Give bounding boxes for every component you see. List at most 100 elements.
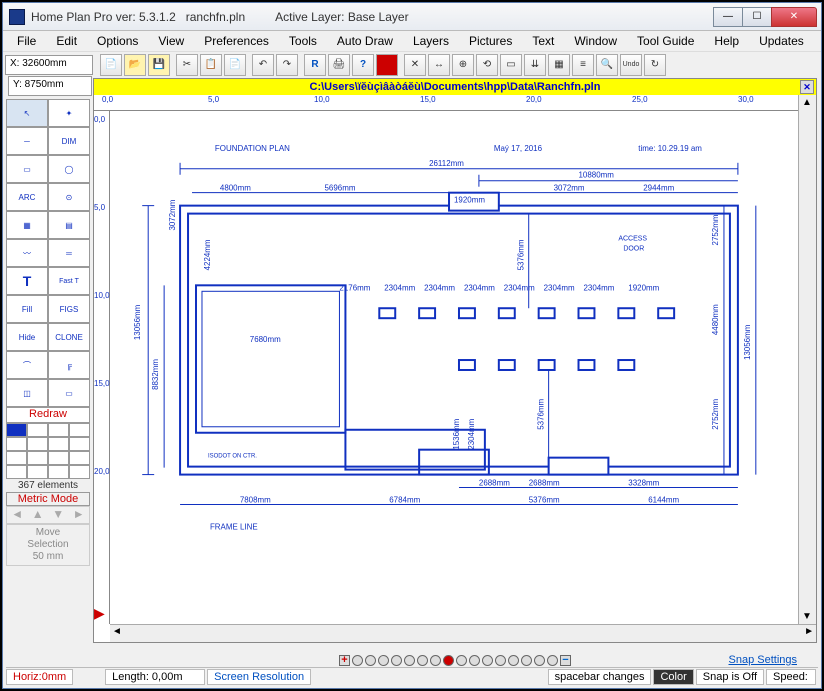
svg-text:6784mm: 6784mm — [389, 495, 420, 504]
undo-icon[interactable]: ↶ — [252, 54, 274, 76]
curve-tool[interactable]: 〰 — [6, 239, 48, 267]
move-h-icon[interactable]: ↔ — [428, 54, 450, 76]
color-palette[interactable] — [6, 423, 90, 479]
undo2-icon[interactable]: Undo — [620, 54, 642, 76]
figs-tool[interactable]: FIGS — [48, 295, 90, 323]
menu-text[interactable]: Text — [524, 33, 562, 49]
fasttext-tool[interactable]: Fast T — [48, 267, 90, 295]
help-icon[interactable]: ? — [352, 54, 374, 76]
delete-icon[interactable]: ✕ — [404, 54, 426, 76]
menu-updates[interactable]: Updates — [751, 33, 812, 49]
fill-tool[interactable]: Fill — [6, 295, 48, 323]
svg-text:2304mm: 2304mm — [544, 283, 575, 292]
measure-icon[interactable]: ≡ — [572, 54, 594, 76]
menu-autodraw[interactable]: Auto Draw — [329, 33, 401, 49]
scrollbar-vertical[interactable]: ▲▼ — [798, 95, 816, 624]
paste-icon[interactable]: 📄 — [224, 54, 246, 76]
path-tool[interactable]: ╔ — [48, 351, 90, 379]
menu-edit[interactable]: Edit — [48, 33, 85, 49]
oval-tool[interactable]: ◯ — [48, 155, 90, 183]
zoom-dots[interactable]: + − — [339, 655, 571, 666]
wall-tool[interactable]: ═ — [48, 239, 90, 267]
canvas: C:\Users\ïĕùçìâàòáĕù\Documents\hpp\Data\… — [93, 78, 817, 643]
svg-text:4224mm: 4224mm — [203, 239, 212, 270]
new-icon[interactable]: 📄 — [100, 54, 122, 76]
menu-options[interactable]: Options — [89, 33, 146, 49]
drawing-surface[interactable]: FOUNDATION PLAN Maý 17, 2016 time: 10.29… — [110, 111, 798, 624]
cut-icon[interactable]: ✂ — [176, 54, 198, 76]
scrollbar-horizontal[interactable]: ◄► — [110, 624, 816, 642]
filepath-bar: C:\Users\ïĕùçìâàòáĕù\Documents\hpp\Data\… — [94, 79, 816, 95]
save-icon[interactable]: 💾 — [148, 54, 170, 76]
metric-mode[interactable]: Metric Mode — [6, 492, 90, 506]
svg-text:1920mm: 1920mm — [454, 196, 485, 205]
print-icon[interactable]: 🖨 — [328, 54, 350, 76]
svg-text:2304mm: 2304mm — [467, 418, 476, 449]
open-icon[interactable]: 📂 — [124, 54, 146, 76]
zoom-icon[interactable]: 🔍 — [596, 54, 618, 76]
menubar: File Edit Options View Preferences Tools… — [3, 31, 821, 51]
menu-help[interactable]: Help — [706, 33, 747, 49]
line-tool[interactable]: ─ — [6, 127, 48, 155]
grid-icon[interactable]: ▦ — [548, 54, 570, 76]
menu-preferences[interactable]: Preferences — [196, 33, 277, 49]
svg-text:6144mm: 6144mm — [648, 495, 679, 504]
menu-file[interactable]: File — [9, 33, 44, 49]
status-color[interactable]: Color — [653, 669, 693, 685]
dim-tool[interactable]: DIM — [48, 127, 90, 155]
align-icon[interactable]: ⇊ — [524, 54, 546, 76]
tool-panel: ↖✦ ─DIM ▭◯ ARC⊙ ▦▤ 〰═ TFast T FillFIGS H… — [6, 99, 90, 639]
move-arrows[interactable]: ◄▲▼► — [6, 506, 90, 524]
menu-view[interactable]: View — [150, 33, 192, 49]
menu-pictures[interactable]: Pictures — [461, 33, 520, 49]
svg-text:ACCESS: ACCESS — [618, 235, 647, 242]
svg-text:13056mm: 13056mm — [743, 324, 752, 360]
rect2-tool[interactable]: ◫ — [6, 379, 48, 407]
zoom-in-icon[interactable]: + — [339, 655, 350, 666]
app-window: Home Plan Pro ver: 5.3.1.2 ranchfn.pln A… — [2, 2, 822, 689]
group-icon[interactable]: ▭ — [500, 54, 522, 76]
arc2-tool[interactable]: ⌒ — [6, 351, 48, 379]
rotate-icon[interactable]: ⟲ — [476, 54, 498, 76]
text-tool[interactable]: T — [6, 267, 48, 295]
svg-text:1536mm: 1536mm — [452, 418, 461, 449]
stop-icon[interactable] — [376, 54, 398, 76]
status-screen-res[interactable]: Screen Resolution — [207, 669, 311, 685]
svg-text:3072mm: 3072mm — [168, 199, 177, 230]
zoom-out-icon[interactable]: − — [560, 655, 571, 666]
select-icon[interactable]: R — [304, 54, 326, 76]
status-snap[interactable]: Snap is Off — [696, 669, 764, 685]
rect3-tool[interactable]: ▭ — [48, 379, 90, 407]
poly-tool[interactable]: ▦ — [6, 211, 48, 239]
clone-tool[interactable]: CLONE — [48, 323, 90, 351]
ruler-vertical: 0,0 5,0 10,0 15,0 20,0 — [94, 111, 110, 624]
svg-text:1920mm: 1920mm — [628, 283, 659, 292]
menu-toolguide[interactable]: Tool Guide — [629, 33, 702, 49]
svg-text:7680mm: 7680mm — [250, 335, 281, 344]
rect-tool[interactable]: ▭ — [6, 155, 48, 183]
titlebar-text: Home Plan Pro ver: 5.3.1.2 ranchfn.pln A… — [31, 10, 714, 24]
minimize-button[interactable]: — — [713, 7, 743, 27]
menu-layers[interactable]: Layers — [405, 33, 457, 49]
svg-text:2304mm: 2304mm — [464, 283, 495, 292]
move-v-icon[interactable]: ⊕ — [452, 54, 474, 76]
brick-tool[interactable]: ▤ — [48, 211, 90, 239]
copy-icon[interactable]: 📋 — [200, 54, 222, 76]
hide-tool[interactable]: Hide — [6, 323, 48, 351]
window-buttons: — ☐ ✕ — [714, 7, 817, 27]
maximize-button[interactable]: ☐ — [742, 7, 772, 27]
svg-text:5696mm: 5696mm — [325, 184, 356, 193]
redraw-button[interactable]: Redraw — [6, 407, 90, 423]
close-button[interactable]: ✕ — [771, 7, 817, 27]
cursor-tool[interactable]: ↖ — [6, 99, 48, 127]
circle-tool[interactable]: ⊙ — [48, 183, 90, 211]
snap-tool[interactable]: ✦ — [48, 99, 90, 127]
filepath-close-icon[interactable]: ✕ — [800, 80, 814, 94]
menu-window[interactable]: Window — [566, 33, 625, 49]
move-selection-label: MoveSelection50 mm — [6, 524, 90, 566]
snap-settings-link[interactable]: Snap Settings — [729, 654, 798, 666]
redo2-icon[interactable]: ↻ — [644, 54, 666, 76]
menu-tools[interactable]: Tools — [281, 33, 325, 49]
redo-icon[interactable]: ↷ — [276, 54, 298, 76]
arc-tool[interactable]: ARC — [6, 183, 48, 211]
